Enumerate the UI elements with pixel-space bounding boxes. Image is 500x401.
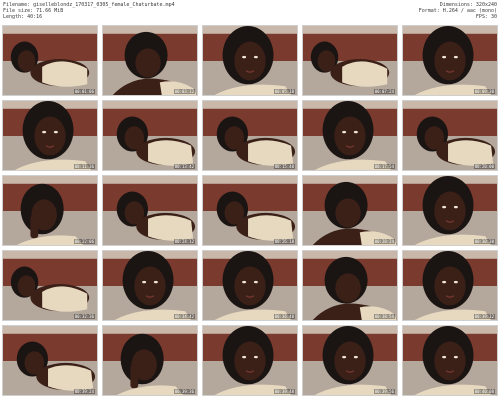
file-info-right: Dimensions: 320x240 Format: H.264 / aac … bbox=[419, 2, 497, 21]
thumbnail-timestamp: 00:07:24 bbox=[373, 89, 395, 94]
video-thumbnail: 00:20:00 bbox=[402, 100, 498, 171]
video-thumbnail: 00:39:12 bbox=[402, 250, 498, 321]
thumbnail-frame-image bbox=[103, 101, 197, 170]
thumbnail-frame-image bbox=[203, 101, 297, 170]
thumbnail-timestamp: 00:39:56 bbox=[373, 389, 395, 394]
thumbnail-frame-image bbox=[303, 326, 397, 395]
thumbnail-frame-image bbox=[103, 326, 197, 395]
thumbnail-timestamp: 00:34:42 bbox=[173, 314, 195, 319]
thumbnail-timestamp: 00:26:18 bbox=[273, 239, 295, 244]
video-thumbnail: 00:15:48 bbox=[202, 100, 298, 171]
video-thumbnail: 00:26:18 bbox=[202, 175, 298, 246]
video-thumbnail: 00:39:36 bbox=[102, 325, 198, 396]
contact-sheet-header: Filename: giselleblondz_170317_0305_fema… bbox=[0, 0, 500, 24]
thumbnail-timestamp: 00:39:24 bbox=[73, 389, 95, 394]
file-info-left: Filename: giselleblondz_170317_0305_fema… bbox=[3, 2, 175, 21]
thumbnail-timestamp: 00:38:54 bbox=[373, 314, 395, 319]
thumbnail-timestamp: 00:03:12 bbox=[173, 89, 195, 94]
thumbnail-frame-image bbox=[3, 26, 97, 95]
thumbnail-frame-image bbox=[3, 176, 97, 245]
video-thumbnail: 00:39:48 bbox=[202, 325, 298, 396]
fps-label: FPS: 30 bbox=[475, 14, 497, 21]
thumbnail-grid: 00:01:06 00:03:12 00:05:18 00:07:24 00:09:30… bbox=[0, 24, 500, 400]
thumbnail-timestamp: 00:09:30 bbox=[473, 89, 495, 94]
thumbnail-frame-image bbox=[203, 176, 297, 245]
thumbnail-frame-image bbox=[303, 251, 397, 320]
thumbnail-timestamp: 00:24:12 bbox=[173, 239, 195, 244]
thumbnail-timestamp: 00:05:18 bbox=[273, 89, 295, 94]
video-thumbnail: 00:09:30 bbox=[402, 25, 498, 96]
thumbnail-timestamp: 00:32:36 bbox=[73, 314, 95, 319]
thumbnail-timestamp: 00:22:06 bbox=[73, 239, 95, 244]
thumbnail-frame-image bbox=[403, 101, 497, 170]
thumbnail-frame-image bbox=[303, 101, 397, 170]
video-thumbnail: 00:38:54 bbox=[302, 250, 398, 321]
video-thumbnail: 00:05:18 bbox=[202, 25, 298, 96]
video-thumbnail: 00:30:30 bbox=[402, 175, 498, 246]
thumbnail-timestamp: 00:39:36 bbox=[173, 389, 195, 394]
thumbnail-frame-image bbox=[103, 251, 197, 320]
thumbnail-timestamp: 00:01:06 bbox=[73, 89, 95, 94]
video-thumbnail: 00:40:08 bbox=[402, 325, 498, 396]
thumbnail-frame-image bbox=[403, 326, 497, 395]
video-thumbnail: 00:11:36 bbox=[2, 100, 98, 171]
thumbnail-timestamp: 00:13:42 bbox=[173, 164, 195, 169]
thumbnail-frame-image bbox=[103, 176, 197, 245]
thumbnail-frame-image bbox=[403, 251, 497, 320]
thumbnail-frame-image bbox=[403, 176, 497, 245]
thumbnail-timestamp: 00:39:48 bbox=[273, 389, 295, 394]
thumbnail-timestamp: 00:11:36 bbox=[73, 164, 95, 169]
thumbnail-timestamp: 00:17:54 bbox=[373, 164, 395, 169]
video-thumbnail: 00:13:42 bbox=[102, 100, 198, 171]
thumbnail-frame-image bbox=[303, 176, 397, 245]
thumbnail-timestamp: 00:40:08 bbox=[473, 389, 495, 394]
thumbnail-frame-image bbox=[3, 101, 97, 170]
video-thumbnail: 00:24:12 bbox=[102, 175, 198, 246]
thumbnail-frame-image bbox=[303, 26, 397, 95]
thumbnail-frame-image bbox=[3, 326, 97, 395]
video-thumbnail: 00:39:56 bbox=[302, 325, 398, 396]
video-thumbnail: 00:07:24 bbox=[302, 25, 398, 96]
thumbnail-frame-image bbox=[103, 26, 197, 95]
thumbnail-frame-image bbox=[203, 326, 297, 395]
thumbnail-frame-image bbox=[403, 26, 497, 95]
video-thumbnail: 00:32:36 bbox=[2, 250, 98, 321]
length-label: Length: 40:16 bbox=[3, 14, 43, 21]
thumbnail-frame-image bbox=[203, 26, 297, 95]
thumbnail-timestamp: 00:28:24 bbox=[373, 239, 395, 244]
video-thumbnail: 00:34:42 bbox=[102, 250, 198, 321]
video-thumbnail: 00:39:24 bbox=[2, 325, 98, 396]
video-thumbnail: 00:36:48 bbox=[202, 250, 298, 321]
thumbnail-timestamp: 00:15:48 bbox=[273, 164, 295, 169]
video-thumbnail: 00:22:06 bbox=[2, 175, 98, 246]
thumbnail-frame-image bbox=[3, 251, 97, 320]
video-thumbnail: 00:03:12 bbox=[102, 25, 198, 96]
video-thumbnail: 00:17:54 bbox=[302, 100, 398, 171]
thumbnail-frame-image bbox=[203, 251, 297, 320]
thumbnail-timestamp: 00:30:30 bbox=[473, 239, 495, 244]
video-thumbnail: 00:28:24 bbox=[302, 175, 398, 246]
thumbnail-timestamp: 00:39:12 bbox=[473, 314, 495, 319]
video-thumbnail: 00:01:06 bbox=[2, 25, 98, 96]
thumbnail-timestamp: 00:20:00 bbox=[473, 164, 495, 169]
thumbnail-timestamp: 00:36:48 bbox=[273, 314, 295, 319]
